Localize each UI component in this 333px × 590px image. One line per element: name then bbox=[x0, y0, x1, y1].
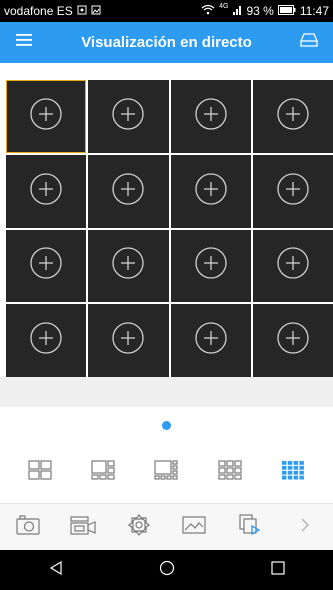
device-tray-icon bbox=[300, 32, 318, 53]
image-icon bbox=[182, 515, 206, 540]
add-circle-icon[interactable] bbox=[194, 97, 228, 136]
next-arrow-icon bbox=[299, 517, 311, 538]
video-tile[interactable] bbox=[170, 154, 251, 228]
add-circle-icon[interactable] bbox=[29, 321, 63, 360]
video-tile[interactable] bbox=[252, 229, 333, 303]
playback-button[interactable] bbox=[230, 507, 270, 547]
battery-icon bbox=[277, 4, 296, 18]
snapshot-button[interactable] bbox=[8, 507, 48, 547]
layout-16-button[interactable] bbox=[273, 452, 313, 492]
system-nav-bar bbox=[0, 550, 333, 590]
add-circle-icon[interactable] bbox=[29, 97, 63, 136]
video-tile[interactable] bbox=[6, 154, 87, 228]
add-circle-icon[interactable] bbox=[111, 321, 145, 360]
status-left: vodafone ES bbox=[4, 4, 101, 18]
page-dot-active bbox=[162, 420, 171, 430]
add-circle-icon[interactable] bbox=[194, 246, 228, 285]
back-icon bbox=[49, 560, 63, 580]
notification-icon bbox=[77, 4, 87, 18]
video-tile[interactable] bbox=[170, 304, 251, 377]
video-tile[interactable] bbox=[170, 80, 251, 153]
app-bar: Visualización en directo bbox=[0, 22, 333, 63]
add-circle-icon[interactable] bbox=[29, 246, 63, 285]
ptz-button[interactable] bbox=[119, 507, 159, 547]
status-right: 4G 93 % 11:47 bbox=[201, 2, 329, 18]
add-circle-icon[interactable] bbox=[276, 97, 310, 136]
snapshot-icon bbox=[16, 514, 40, 540]
network-type: 4G bbox=[219, 2, 229, 10]
recents-icon bbox=[270, 560, 285, 580]
layout-9-button[interactable] bbox=[210, 452, 250, 492]
layout-16-icon bbox=[281, 460, 305, 485]
layout-6-button[interactable] bbox=[83, 452, 123, 492]
video-tile[interactable] bbox=[6, 304, 87, 377]
image-button[interactable] bbox=[174, 507, 214, 547]
add-circle-icon[interactable] bbox=[111, 246, 145, 285]
video-tile[interactable] bbox=[252, 304, 333, 377]
video-tile[interactable] bbox=[88, 80, 169, 153]
add-circle-icon[interactable] bbox=[194, 172, 228, 211]
wifi-icon bbox=[201, 4, 215, 18]
signal-icon bbox=[232, 4, 243, 18]
menu-button[interactable] bbox=[10, 29, 38, 57]
live-view-grid bbox=[6, 80, 333, 377]
layout-4-button[interactable] bbox=[20, 452, 60, 492]
grid-footer-band bbox=[0, 377, 333, 407]
layout-8-button[interactable] bbox=[146, 452, 186, 492]
device-button[interactable] bbox=[295, 29, 323, 57]
add-circle-icon[interactable] bbox=[276, 246, 310, 285]
clock: 11:47 bbox=[299, 4, 329, 18]
ptz-icon bbox=[127, 513, 150, 541]
add-circle-icon[interactable] bbox=[194, 321, 228, 360]
page-indicator bbox=[0, 420, 333, 430]
add-circle-icon[interactable] bbox=[29, 172, 63, 211]
add-circle-icon[interactable] bbox=[111, 97, 145, 136]
video-tile[interactable] bbox=[252, 80, 333, 153]
layout-9-icon bbox=[218, 459, 242, 485]
recents-button[interactable] bbox=[258, 550, 298, 590]
video-tile[interactable] bbox=[252, 154, 333, 228]
layout-4-icon bbox=[28, 459, 52, 485]
playback-icon bbox=[239, 513, 261, 541]
video-tile[interactable] bbox=[170, 229, 251, 303]
back-button[interactable] bbox=[36, 550, 76, 590]
layout-6-icon bbox=[91, 459, 115, 485]
layout-selector bbox=[0, 447, 333, 497]
carrier-name: vodafone ES bbox=[4, 4, 73, 18]
add-circle-icon[interactable] bbox=[111, 172, 145, 211]
home-icon bbox=[159, 560, 175, 581]
next-toolbar-page-button[interactable] bbox=[285, 507, 325, 547]
video-tile[interactable] bbox=[6, 80, 87, 153]
video-tile[interactable] bbox=[88, 229, 169, 303]
hamburger-icon bbox=[16, 33, 32, 52]
video-tile[interactable] bbox=[88, 154, 169, 228]
record-button[interactable] bbox=[63, 507, 103, 547]
battery-percent: 93 % bbox=[246, 4, 274, 18]
bottom-toolbar bbox=[0, 504, 333, 550]
page-title: Visualización en directo bbox=[81, 34, 252, 51]
video-tile[interactable] bbox=[6, 229, 87, 303]
record-icon bbox=[70, 515, 96, 540]
add-circle-icon[interactable] bbox=[276, 172, 310, 211]
home-button[interactable] bbox=[147, 550, 187, 590]
layout-8-icon bbox=[154, 459, 179, 485]
status-bar: vodafone ES 4G 93 % 11:47 bbox=[0, 0, 333, 22]
gallery-icon bbox=[91, 4, 101, 18]
video-tile[interactable] bbox=[88, 304, 169, 377]
add-circle-icon[interactable] bbox=[276, 321, 310, 360]
